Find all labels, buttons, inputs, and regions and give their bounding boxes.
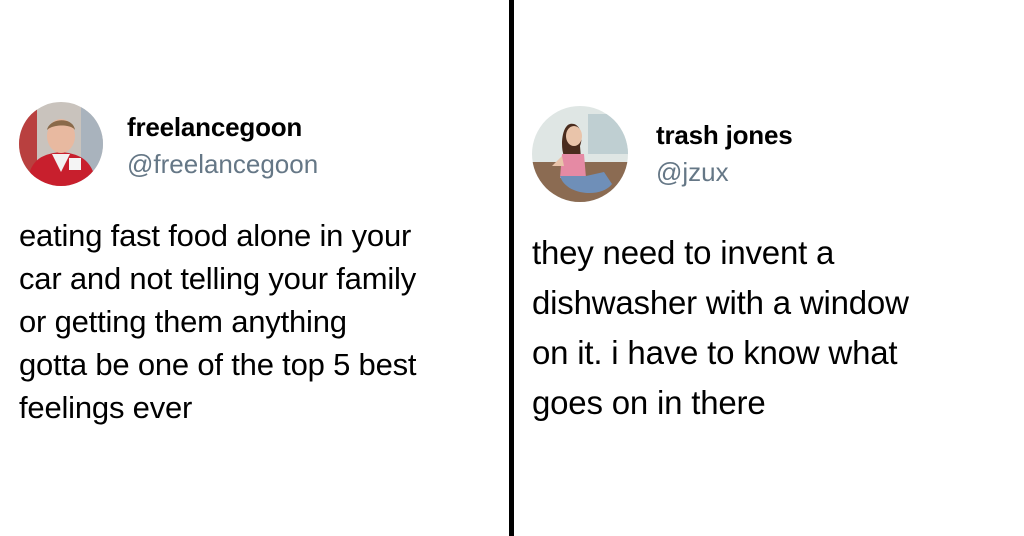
left-tweet-panel: freelancegoon @freelancegoon eating fast…	[0, 0, 510, 536]
tweet-author: freelancegoon @freelancegoon	[19, 102, 499, 186]
user-handle[interactable]: @jzux	[656, 157, 793, 187]
tweet-card: freelancegoon @freelancegoon eating fast…	[19, 102, 499, 429]
tweet-text-line: goes on in there	[532, 384, 766, 421]
author-names: trash jones @jzux	[656, 120, 793, 187]
tweet-text-line: eating fast food alone in your	[19, 218, 412, 253]
avatar-photo-icon	[532, 106, 628, 202]
tweet-text: they need to invent a dishwasher with a …	[532, 228, 1012, 428]
tweet-text-line: feelings ever	[19, 390, 193, 425]
tweet-text-line: or getting them anything	[19, 304, 347, 339]
tweet-text: eating fast food alone in your car and n…	[19, 214, 499, 429]
right-tweet-panel: trash jones @jzux they need to invent a …	[514, 0, 1024, 536]
tweet-text-line: car and not telling your family	[19, 261, 416, 296]
tweet-text-line: on it. i have to know what	[532, 334, 898, 371]
display-name[interactable]: freelancegoon	[127, 112, 318, 142]
user-handle[interactable]: @freelancegoon	[127, 149, 318, 179]
tweet-text-line: dishwasher with a window	[532, 284, 909, 321]
tweet-text-line: they need to invent a	[532, 234, 835, 271]
tweet-text-line: gotta be one of the top 5 best	[19, 347, 417, 382]
tweet-card: trash jones @jzux they need to invent a …	[532, 106, 1012, 428]
avatar[interactable]	[19, 102, 103, 186]
avatar[interactable]	[532, 106, 628, 202]
avatar-photo-icon	[19, 102, 103, 186]
tweet-author: trash jones @jzux	[532, 106, 1012, 202]
author-names: freelancegoon @freelancegoon	[127, 112, 318, 179]
display-name[interactable]: trash jones	[656, 120, 793, 150]
